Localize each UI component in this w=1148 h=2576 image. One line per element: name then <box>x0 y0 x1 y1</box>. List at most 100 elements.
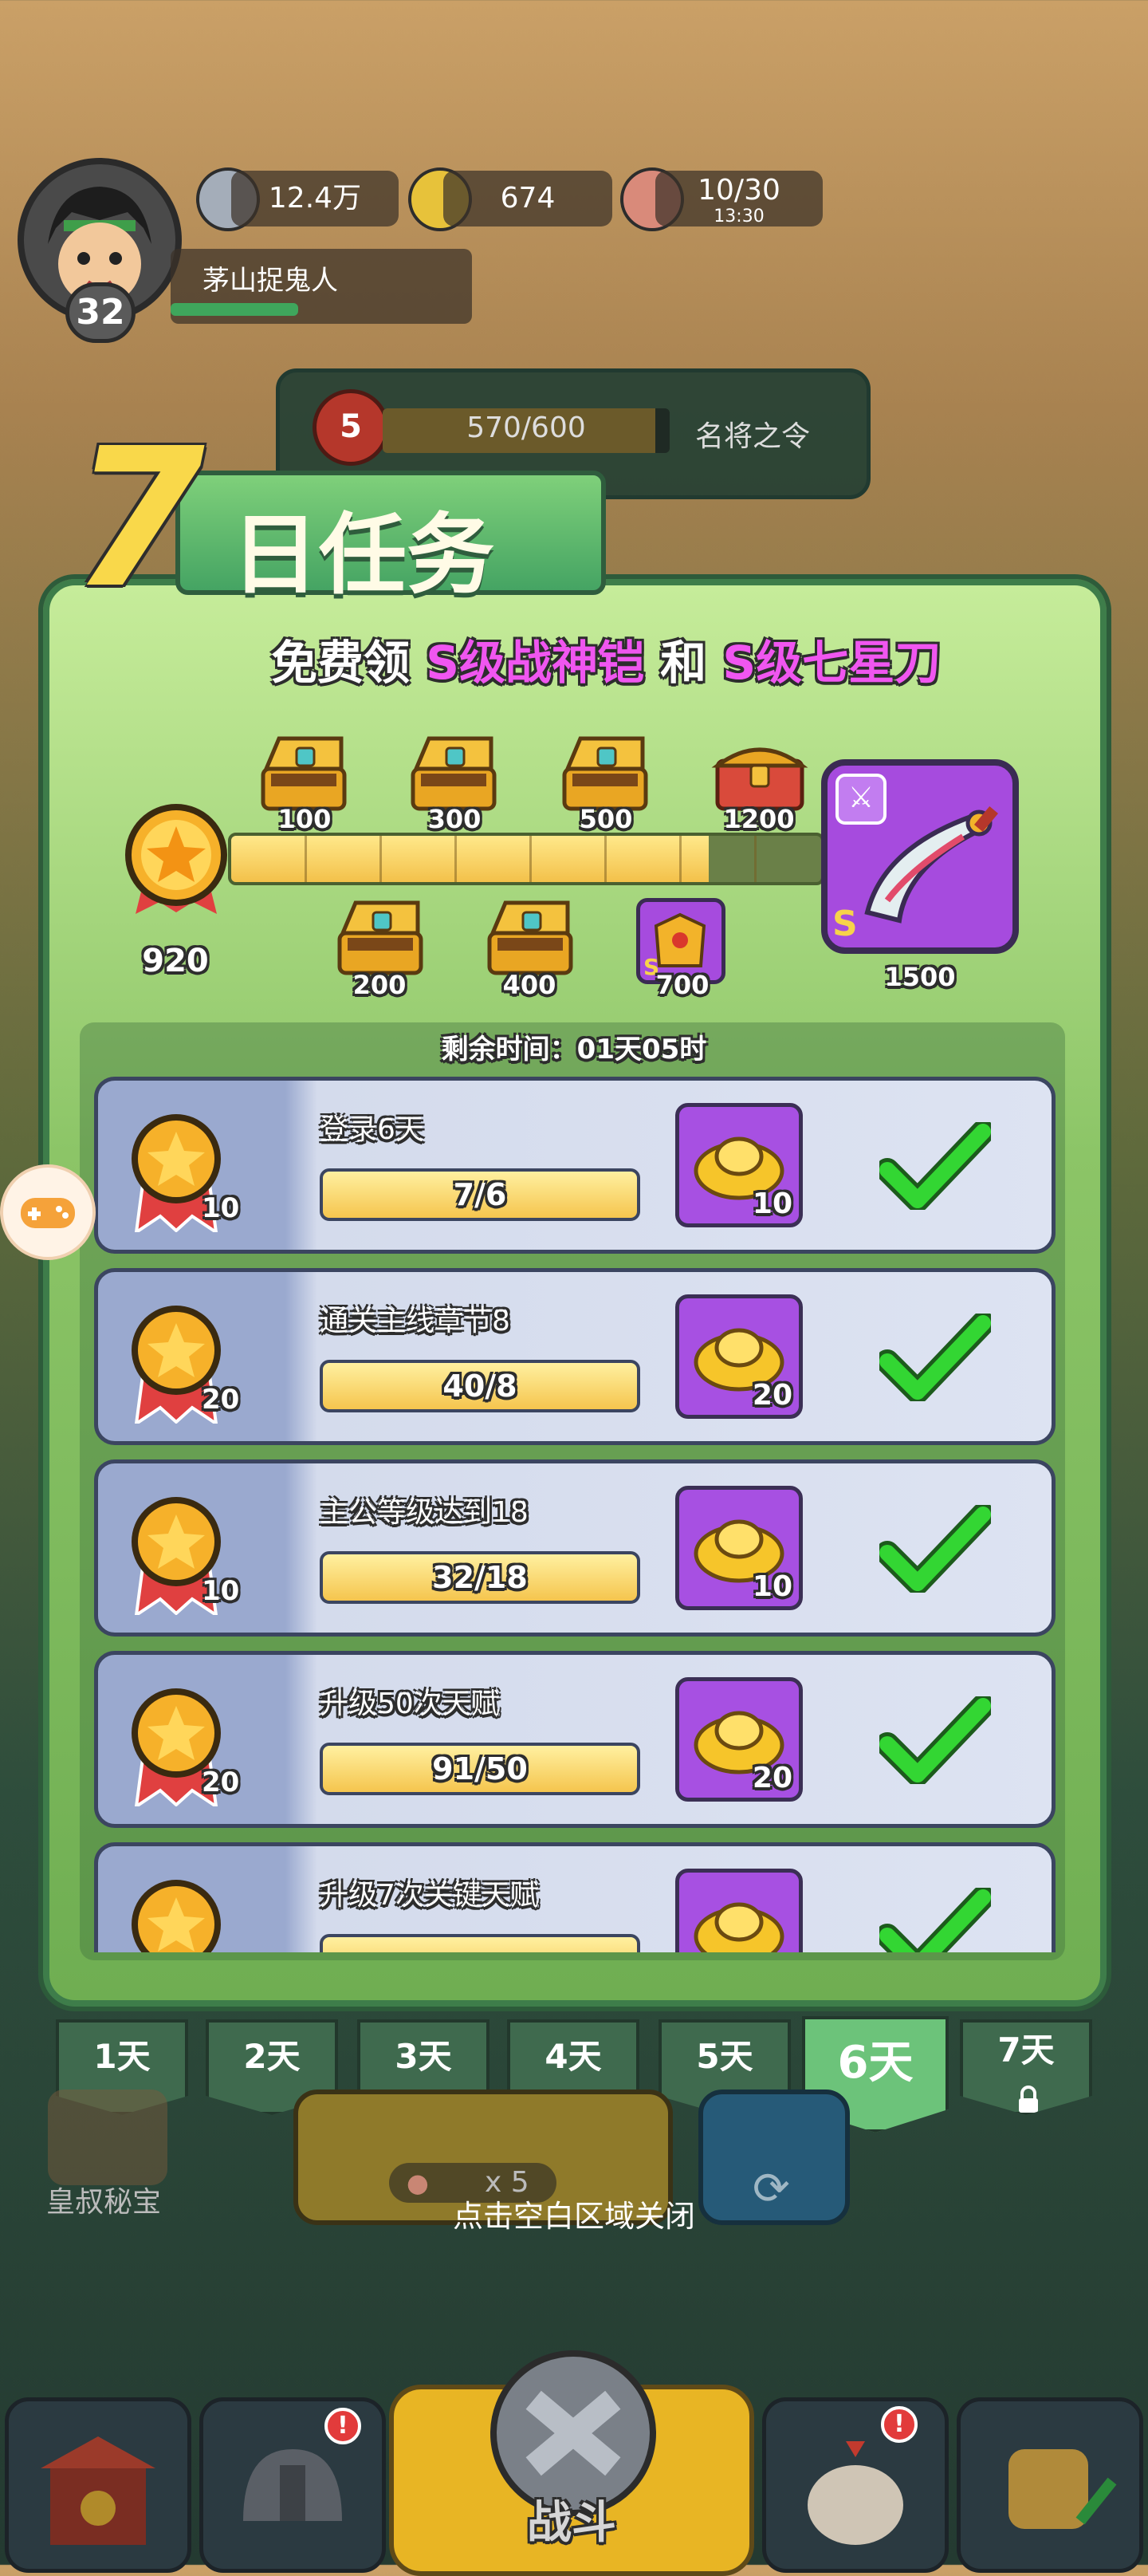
checkmark-icon <box>879 1888 991 1952</box>
reward-amount: 20 <box>752 1379 792 1412</box>
token-label: 名将之令 <box>695 420 811 453</box>
nav-equipment[interactable]: ! <box>199 2397 386 2573</box>
resource-gold[interactable]: 674 <box>443 171 612 226</box>
gamepad-icon <box>21 1198 75 1228</box>
milestone-label: 700 <box>655 970 710 1000</box>
progress-divider <box>754 836 757 882</box>
task-row[interactable]: 升级7次关键天赋 <box>94 1842 1056 1952</box>
treasure-chest-open-icon[interactable] <box>332 896 429 976</box>
checkmark-icon <box>879 1122 991 1210</box>
stamina-value: 10/30 <box>698 174 780 207</box>
task-row[interactable]: 10 主公等级达到18 32/18 10 <box>94 1459 1056 1637</box>
remaining-time: 剩余时间：01天05时 <box>441 1034 707 1065</box>
gold-ingot-icon <box>694 1902 784 1952</box>
player-exp-bar <box>171 303 298 316</box>
final-reward-card[interactable]: ⚔ S <box>821 759 1019 954</box>
gold-ingot-reward[interactable]: 10 <box>675 1103 803 1227</box>
subtitle-prefix: 免费领 <box>271 636 411 690</box>
task-name: 主公等级达到18 <box>320 1496 529 1529</box>
milestone-label: 100 <box>277 804 332 834</box>
nav-growth[interactable] <box>957 2397 1143 2573</box>
final-reward-grade: S <box>832 904 858 944</box>
title-banner: 7 日任务 <box>56 407 606 630</box>
coin-value: 12.4万 <box>268 182 362 215</box>
milestone-label: 300 <box>427 804 482 834</box>
gold-ingot-reward[interactable]: 10 <box>675 1486 803 1610</box>
task-progress-bar <box>320 1934 640 1952</box>
task-row[interactable]: 10 登录6天 7/6 10 <box>94 1077 1056 1254</box>
nav-shop[interactable] <box>5 2397 191 2573</box>
milestone-label: 400 <box>502 970 556 1000</box>
stamina-timer: 13:30 <box>714 207 765 226</box>
gate-building-icon <box>41 2436 155 2545</box>
gold-ingot-reward[interactable]: 20 <box>675 1677 803 1802</box>
red-notice-badge: ! <box>324 2408 361 2444</box>
close-hint[interactable]: 点击空白区域关闭 <box>0 2192 1148 2235</box>
milestone-label: 500 <box>579 804 633 834</box>
task-name: 登录6天 <box>320 1113 424 1146</box>
milestone-label: 200 <box>352 970 407 1000</box>
gold-ingot-reward[interactable] <box>675 1869 803 1952</box>
final-reward-label: 1500 <box>884 962 956 992</box>
task-progress-bar: 91/50 <box>320 1743 640 1795</box>
treasure-chest-open-icon[interactable] <box>255 732 352 812</box>
progress-divider <box>379 836 382 882</box>
reward-amount: 10 <box>752 1570 792 1603</box>
subtitle-item-blade: S级七星刀 <box>722 636 942 690</box>
seven-star-blade-icon <box>864 806 999 924</box>
treasure-chest-open-icon[interactable] <box>405 732 502 812</box>
uncle-treasure-icon[interactable] <box>48 2090 167 2185</box>
lock-icon <box>1014 2075 1043 2113</box>
task-name: 升级50次天赋 <box>320 1688 500 1720</box>
score-medal-icon <box>132 1880 221 1952</box>
rooster-icon <box>808 2441 903 2545</box>
progress-divider <box>305 836 307 882</box>
task-name: 通关主线章节8 <box>320 1305 510 1337</box>
task-row[interactable]: 20 升级50次天赋 91/50 20 <box>94 1651 1056 1828</box>
task-row[interactable]: 20 通关主线章节8 40/8 20 <box>94 1268 1056 1445</box>
checkmark-icon <box>879 1314 991 1401</box>
tab-day-7[interactable]: 7天 <box>960 2019 1092 2115</box>
task-points: 10 <box>202 1192 240 1224</box>
score-medal-icon <box>120 802 233 916</box>
gold-value: 674 <box>500 182 556 215</box>
progress-divider <box>679 836 682 882</box>
title-number: 7 <box>72 407 205 630</box>
task-progress-bar: 32/18 <box>320 1551 640 1604</box>
task-points: 20 <box>202 1767 240 1798</box>
progress-divider <box>604 836 607 882</box>
tab-day-7-label: 7天 <box>997 2030 1055 2070</box>
nav-generals[interactable]: ! <box>762 2397 949 2573</box>
progress-divider <box>454 836 457 882</box>
milestone-label: 1200 <box>723 804 795 834</box>
task-points: 10 <box>202 1575 240 1607</box>
task-points: 20 <box>202 1384 240 1416</box>
subtitle-item-armor: S级战神铠 <box>426 636 644 690</box>
nav-battle[interactable]: 战斗 <box>389 2350 754 2576</box>
score-progress-bar <box>228 833 824 885</box>
subtitle-conjunction: 和 <box>660 636 707 690</box>
task-progress-bar: 7/6 <box>320 1168 640 1221</box>
task-name: 升级7次关键天赋 <box>320 1879 539 1912</box>
treasure-chest-closed-icon[interactable] <box>711 734 808 813</box>
fist-upgrade-icon <box>1008 2449 1117 2529</box>
gold-ingot-reward[interactable]: 20 <box>675 1294 803 1419</box>
reward-amount: 10 <box>752 1188 792 1220</box>
player-name: 茅山捉鬼人 <box>202 265 338 297</box>
checkmark-icon <box>879 1696 991 1784</box>
resource-stamina[interactable]: 10/30 13:30 <box>655 171 823 226</box>
red-notice-badge: ! <box>881 2406 918 2443</box>
treasure-chest-open-icon[interactable] <box>556 732 654 812</box>
resource-coin[interactable]: 12.4万 <box>231 171 399 226</box>
reward-amount: 20 <box>752 1762 792 1794</box>
treasure-chest-open-icon[interactable] <box>482 896 579 976</box>
task-progress-bar: 40/8 <box>320 1360 640 1412</box>
title-text: 日任务 <box>231 504 494 606</box>
event-subtitle: 免费领 S级战神铠 和 S级七星刀 <box>271 625 941 692</box>
progress-divider <box>529 836 532 882</box>
gamepad-float-button[interactable] <box>0 1164 96 1260</box>
score-value: 920 <box>142 943 209 979</box>
player-level-badge: 32 <box>65 282 136 343</box>
task-list[interactable]: 10 登录6天 7/6 10 20 通关主线章节8 40/8 20 10 主公等… <box>94 1077 1059 1952</box>
score-progress-fill <box>231 836 710 882</box>
